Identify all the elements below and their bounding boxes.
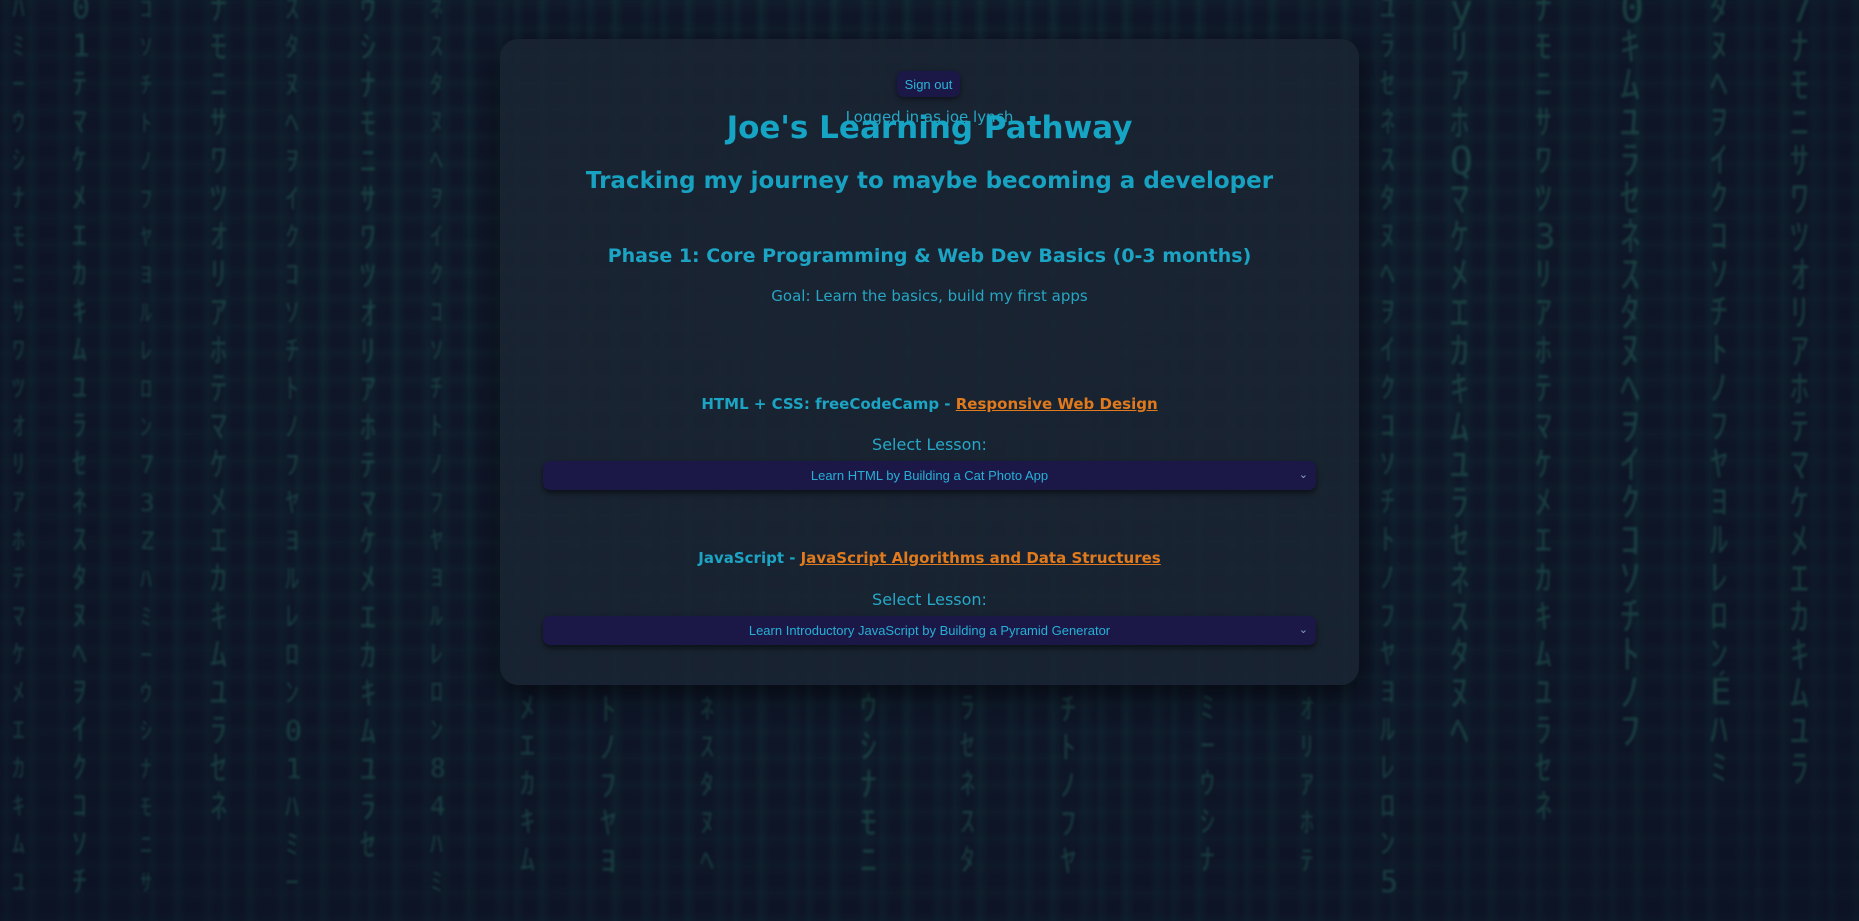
lesson-select-javascript[interactable]: Learn Introductory JavaScript by Buildin… — [543, 616, 1316, 645]
course-prefix: HTML + CSS: freeCodeCamp - — [701, 395, 956, 413]
lesson-select-value: Learn HTML by Building a Cat Photo App — [810, 468, 1049, 483]
sign-out-button[interactable]: Sign out — [897, 71, 960, 97]
select-lesson-label: Select Lesson: — [872, 590, 987, 609]
course-prefix: JavaScript - — [698, 549, 801, 567]
select-lesson-label: Select Lesson: — [872, 435, 987, 454]
chevron-down-icon: ⌄ — [1298, 624, 1308, 636]
phase-goal: Goal: Learn the basics, build my first a… — [771, 287, 1088, 305]
course-link-responsive-web-design[interactable]: Responsive Web Design — [956, 395, 1158, 413]
phase-heading: Phase 1: Core Programming & Web Dev Basi… — [607, 245, 1252, 267]
lesson-select-html-css[interactable]: Learn HTML by Building a Cat Photo App ⌄ — [543, 461, 1316, 490]
course-heading-javascript: JavaScript - JavaScript Algorithms and D… — [500, 549, 1359, 567]
page-subtitle: Tracking my journey to maybe becoming a … — [585, 168, 1274, 194]
course-heading-html-css: HTML + CSS: freeCodeCamp - Responsive We… — [500, 395, 1359, 413]
lesson-select-value: Learn Introductory JavaScript by Buildin… — [748, 623, 1111, 638]
chevron-down-icon: ⌄ — [1298, 469, 1308, 481]
course-link-javascript-algorithms[interactable]: JavaScript Algorithms and Data Structure… — [801, 549, 1161, 567]
page-title: Joe's Learning Pathway — [726, 110, 1133, 146]
pathway-card: Sign out Logged in as joe lynch Joe's Le… — [500, 39, 1359, 685]
